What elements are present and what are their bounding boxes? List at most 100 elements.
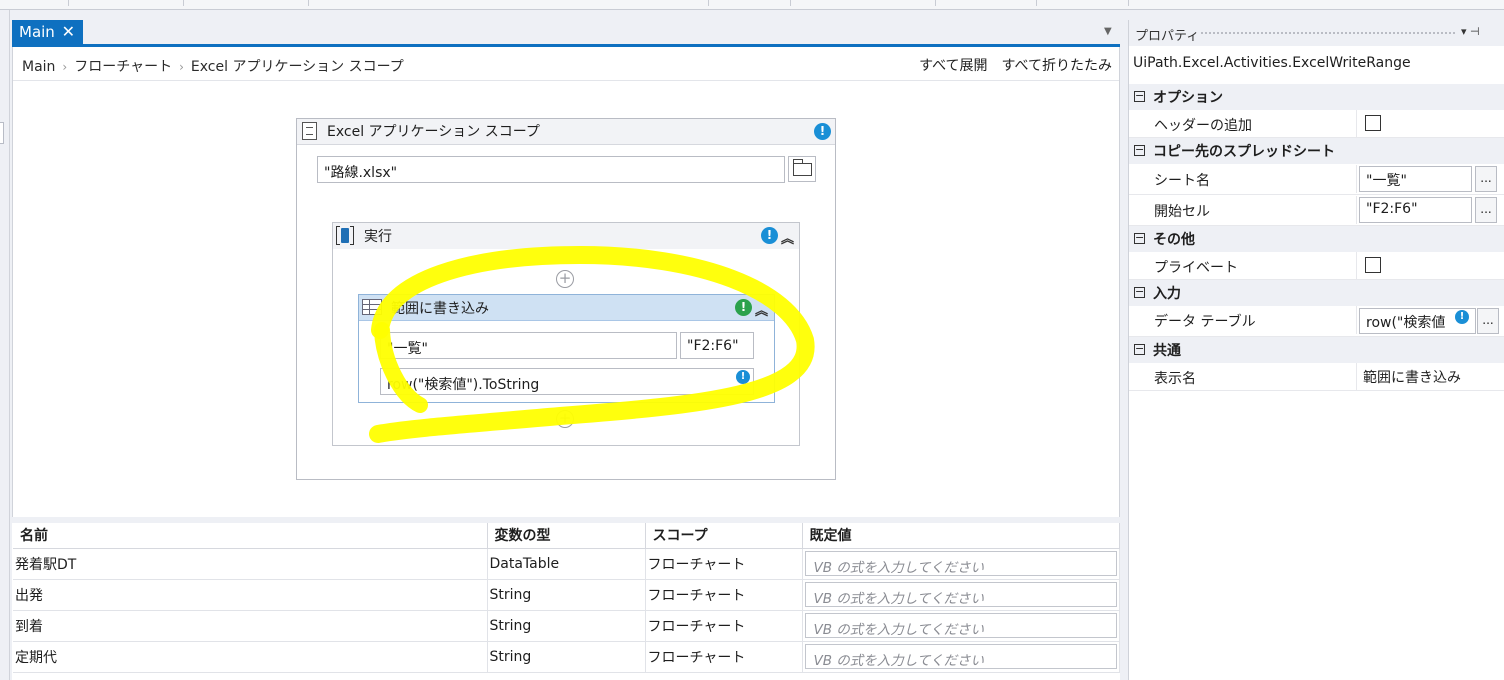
table-row[interactable]: 出発 String フローチャート VB の式を入力してください (13, 579, 1120, 611)
collapse-all-link[interactable]: すべて折りたたみ (1002, 58, 1112, 74)
default-value-input[interactable]: VB の式を入力してください (804, 582, 1117, 607)
column-header-default[interactable]: 既定値 (802, 523, 1120, 549)
properties-title: プロパティ (1135, 29, 1200, 44)
table-row[interactable]: 発着駅DT DataTable フローチャート VB の式を入力してください (13, 548, 1120, 580)
display-name-value[interactable]: 範囲に書き込み (1363, 367, 1461, 387)
breadcrumb-actions: すべて展開 すべて折りたたみ (905, 55, 1112, 75)
category-destination[interactable]: − コピー先のスプレッドシート (1129, 138, 1504, 164)
excel-scope-title: Excel アプリケーション スコープ (327, 124, 540, 140)
tab-main[interactable]: Main ✕ (12, 20, 83, 45)
private-checkbox[interactable] (1365, 257, 1381, 273)
breadcrumb: Main › フローチャート › Excel アプリケーション スコープ (22, 56, 404, 76)
table-row[interactable]: 定期代 String フローチャート VB の式を入力してください (13, 641, 1120, 673)
browse-folder-button[interactable] (788, 156, 816, 182)
breadcrumb-divider (13, 80, 1119, 81)
column-header-name[interactable]: 名前 (13, 523, 488, 549)
category-common[interactable]: − 共通 (1129, 337, 1504, 363)
breadcrumb-separator-icon: › (179, 60, 184, 74)
column-header-scope[interactable]: スコープ (645, 523, 803, 549)
add-activity-icon[interactable]: + (556, 410, 574, 428)
ellipsis-button[interactable]: ... (1475, 166, 1497, 192)
variable-name[interactable]: 発着駅DT (13, 548, 488, 580)
variables-table: 名前 変数の型 スコープ 既定値 発着駅DT DataTable フローチャート… (13, 523, 1120, 673)
category-misc[interactable]: − その他 (1129, 226, 1504, 252)
toolbar-strip (0, 0, 1504, 10)
property-row-sheet-name: シート名 "一覧" ... (1129, 165, 1504, 195)
property-row-display-name: 表示名 範囲に書き込み (1129, 363, 1504, 391)
default-value-input[interactable]: VB の式を入力してください (804, 644, 1117, 669)
document-tabbar (10, 10, 1120, 46)
validation-info-icon[interactable]: ! (736, 370, 750, 384)
property-row-private: プライベート (1129, 252, 1504, 280)
property-label: データ テーブル (1154, 314, 1256, 330)
breadcrumb-item-main[interactable]: Main (22, 59, 55, 75)
property-row-datatable: データ テーブル row("検索値 ! ... (1129, 306, 1504, 337)
tab-dropdown-icon[interactable]: ▼ (1104, 26, 1112, 37)
category-label: オプション (1153, 90, 1223, 106)
validation-info-icon[interactable]: ! (761, 227, 778, 244)
tab-main-label: Main (19, 23, 55, 41)
workbook-path-field[interactable]: "路線.xlsx" (317, 156, 785, 183)
category-label: コピー先のスプレッドシート (1153, 144, 1335, 160)
property-row-add-headers: ヘッダーの追加 (1129, 110, 1504, 138)
range-input[interactable]: "F2:F6" (680, 332, 754, 359)
variable-type[interactable]: String (487, 579, 646, 611)
folder-icon (793, 159, 812, 176)
datatable-input[interactable]: row("検索値").ToString (380, 368, 754, 395)
left-gutter (0, 10, 10, 680)
breadcrumb-item-scope[interactable]: Excel アプリケーション スコープ (191, 59, 404, 75)
breadcrumb-item-flowchart[interactable]: フローチャート (74, 59, 172, 75)
collapse-icon[interactable]: − (1134, 144, 1145, 156)
variable-name[interactable]: 到着 (13, 610, 488, 642)
property-label: 表示名 (1154, 371, 1196, 387)
pin-icon[interactable]: ▾ ⊣ (1461, 25, 1480, 38)
collapse-chevron-icon[interactable]: ︽ (755, 300, 768, 319)
category-options[interactable]: − オプション (1129, 84, 1504, 110)
default-value-input[interactable]: VB の式を入力してください (804, 613, 1117, 638)
sequence-icon (336, 226, 354, 245)
property-label: ヘッダーの追加 (1154, 118, 1252, 134)
property-row-start-cell: 開始セル "F2:F6" ... (1129, 196, 1504, 226)
collapse-icon[interactable]: − (1134, 286, 1145, 298)
collapse-icon[interactable]: − (1134, 343, 1145, 355)
panel-grip[interactable] (1200, 31, 1455, 36)
sheet-name-input[interactable]: "一覧" (380, 332, 677, 359)
ellipsis-button[interactable]: ... (1475, 197, 1497, 223)
variable-name[interactable]: 出発 (13, 579, 488, 611)
table-row[interactable]: 到着 String フローチャート VB の式を入力してください (13, 610, 1120, 642)
variable-scope[interactable]: フローチャート (645, 548, 803, 580)
add-activity-icon[interactable]: + (556, 270, 574, 288)
category-label: その他 (1153, 232, 1195, 248)
activity-type-name: UiPath.Excel.Activities.ExcelWriteRange (1133, 55, 1411, 71)
category-label: 入力 (1153, 286, 1181, 302)
variable-type[interactable]: String (487, 610, 646, 642)
start-cell-field[interactable]: "F2:F6" (1359, 197, 1472, 223)
variable-scope[interactable]: フローチャート (645, 610, 803, 642)
variable-type[interactable]: DataTable (487, 548, 646, 580)
do-sequence-header (333, 223, 799, 249)
add-headers-checkbox[interactable] (1365, 115, 1381, 131)
category-input[interactable]: − 入力 (1129, 280, 1504, 306)
validation-warning-icon[interactable]: ! (735, 299, 752, 316)
variable-type[interactable]: String (487, 641, 646, 673)
do-sequence-title: 実行 (364, 229, 392, 245)
expand-all-link[interactable]: すべて展開 (919, 58, 987, 74)
close-icon[interactable]: ✕ (62, 22, 75, 41)
collapse-chevron-icon[interactable]: ︽ (781, 228, 794, 247)
collapse-icon[interactable]: − (1134, 232, 1145, 244)
property-label: シート名 (1154, 173, 1210, 189)
validation-info-icon[interactable]: ! (1455, 310, 1469, 324)
ellipsis-button[interactable]: ... (1477, 308, 1499, 334)
breadcrumb-separator-icon: › (62, 60, 68, 74)
default-value-input[interactable]: VB の式を入力してください (804, 551, 1117, 576)
collapse-icon[interactable]: − (1134, 90, 1145, 102)
sheet-name-field[interactable]: "一覧" (1359, 166, 1472, 192)
spreadsheet-icon (362, 299, 382, 315)
category-label: 共通 (1153, 343, 1181, 359)
variable-name[interactable]: 定期代 (13, 641, 488, 673)
validation-info-icon[interactable]: ! (814, 123, 831, 140)
write-range-title: 範囲に書き込み (391, 301, 489, 317)
variable-scope[interactable]: フローチャート (645, 641, 803, 673)
column-header-type[interactable]: 変数の型 (487, 523, 646, 549)
variable-scope[interactable]: フローチャート (645, 579, 803, 611)
